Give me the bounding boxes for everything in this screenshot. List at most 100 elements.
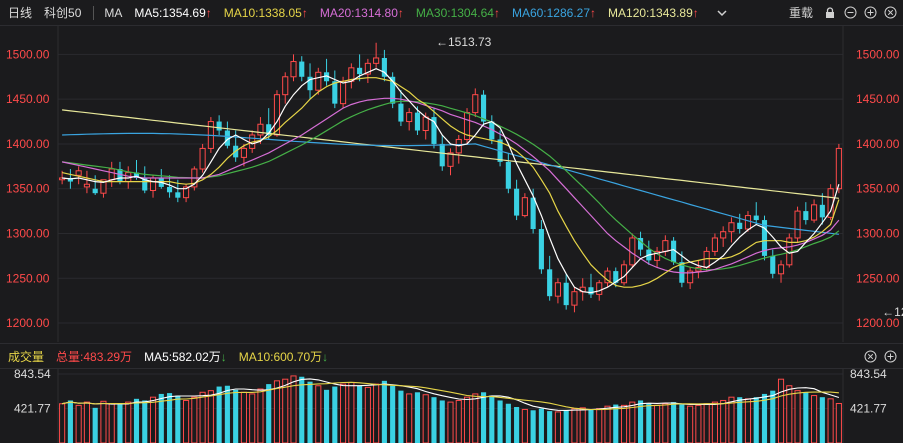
candle-body-up — [811, 204, 818, 221]
volume-bar — [348, 381, 355, 443]
candlestick-chart[interactable]: 1500.00 1500.00 1450.00 1450.00 1400.00 1400.… — [0, 26, 903, 342]
volume-bar — [554, 411, 561, 443]
volume-bar — [563, 410, 569, 443]
volume-bar — [67, 400, 73, 443]
candle-body-up — [340, 80, 347, 105]
candle-body-down — [563, 282, 569, 306]
volume-bar — [191, 396, 198, 443]
volume-bar — [514, 407, 520, 443]
candle-body-up — [406, 112, 413, 123]
volume-bar — [323, 389, 330, 443]
volume-bar — [737, 397, 743, 443]
y-tick-right: 1450.00 — [856, 92, 900, 106]
volume-bar — [530, 410, 536, 443]
candle-body-down — [770, 255, 776, 274]
volume-legend-bar: 成交量 总量:483.29万 MA5:582.02万↓ MA10:600.70万… — [0, 343, 903, 369]
volume-total: 总量:483.29万 — [56, 349, 133, 364]
volume-bar — [505, 403, 511, 443]
lock-icon[interactable] — [823, 6, 837, 20]
volume-bar — [373, 383, 380, 443]
restore-button[interactable]: 重载 — [789, 4, 813, 21]
volume-bar — [679, 404, 685, 443]
candle-body-up — [596, 282, 603, 295]
candle-body-up — [290, 61, 297, 78]
ma120-line — [62, 109, 839, 199]
period-label[interactable]: 日线 — [8, 4, 32, 21]
volume-bar — [149, 396, 157, 443]
ma120-value: MA120:1343.89↑ — [608, 5, 699, 20]
volume-ma5: MA5:582.02万↓ — [144, 349, 227, 364]
volume-tick-left: 843.54 — [14, 368, 51, 381]
volume-bar — [125, 401, 132, 443]
volume-bar — [108, 403, 115, 443]
volume-bar — [753, 397, 759, 443]
volume-bar — [142, 400, 148, 443]
volume-bar — [233, 389, 239, 443]
volume-toolbar — [863, 344, 897, 368]
volume-bar — [364, 386, 371, 443]
close-icon[interactable] — [863, 349, 877, 363]
symbol-label[interactable]: 科创50 — [44, 4, 81, 21]
volume-bar — [133, 398, 140, 443]
candle-body-up — [744, 215, 752, 230]
candle-body-down — [332, 81, 338, 104]
candle-body-down — [216, 121, 222, 131]
volume-bar — [662, 403, 669, 443]
candle-body-down — [92, 188, 98, 194]
y-tick-left: 1200.00 — [6, 316, 50, 330]
volume-bar — [803, 392, 809, 443]
volume-bar — [117, 404, 123, 443]
candle-body-up — [711, 237, 718, 252]
volume-bar — [579, 407, 586, 443]
ma30-value: MA30:1304.64↑ — [415, 5, 500, 20]
candle-body-up — [662, 240, 669, 252]
zoom-out-icon[interactable] — [843, 6, 857, 20]
candle-body-up — [554, 282, 561, 297]
volume-bar — [489, 395, 495, 443]
close-icon[interactable] — [883, 6, 897, 20]
zoom-in-icon[interactable] — [863, 6, 877, 20]
volume-bar — [240, 391, 247, 443]
candle-body-up — [83, 183, 90, 188]
y-tick-right: 1300.00 — [856, 226, 900, 240]
candle-body-down — [175, 192, 181, 198]
candle-body-down — [588, 287, 594, 295]
volume-bar — [711, 401, 718, 443]
ma60-value: MA60:1286.27↑ — [511, 5, 597, 20]
volume-bar — [224, 385, 230, 443]
volume-bar — [497, 400, 503, 443]
volume-bar — [199, 391, 206, 443]
candle-body-down — [299, 61, 305, 77]
dropdown-icon[interactable] — [715, 6, 729, 20]
candle-body-up — [373, 57, 380, 64]
top-toolbar: 重载 — [789, 0, 897, 25]
volume-bar — [761, 393, 768, 443]
y-tick-left: 1350.00 — [6, 182, 50, 196]
volume-bar — [728, 396, 735, 443]
volume-bar — [207, 390, 214, 443]
separator — [93, 5, 95, 20]
candle-body-down — [414, 112, 421, 131]
volume-chart[interactable]: 843.54 843.54 421.77 421.77 — [0, 368, 903, 443]
volume-bar — [273, 380, 281, 443]
volume-bar — [703, 403, 710, 443]
candle-body-down — [737, 222, 743, 230]
ma-label[interactable]: MA — [104, 6, 122, 20]
candle-body-up — [108, 168, 115, 181]
candle-body-up — [75, 170, 82, 176]
candle-body-down — [439, 143, 445, 167]
candle-body-down — [480, 94, 487, 122]
y-tick-right: 1500.00 — [856, 47, 900, 61]
candle-body-up — [571, 291, 578, 306]
candle-body-up — [257, 123, 264, 136]
volume-bar — [538, 408, 544, 443]
y-tick-left: 1250.00 — [6, 271, 50, 285]
volume-bar — [777, 378, 785, 443]
candle-body-up — [794, 210, 801, 239]
volume-bar — [480, 392, 487, 443]
volume-bar — [257, 388, 264, 443]
candle-body-up — [720, 231, 727, 239]
zoom-in-icon[interactable] — [883, 349, 897, 363]
volume-bar — [646, 403, 652, 443]
candle-body-up — [835, 147, 842, 190]
